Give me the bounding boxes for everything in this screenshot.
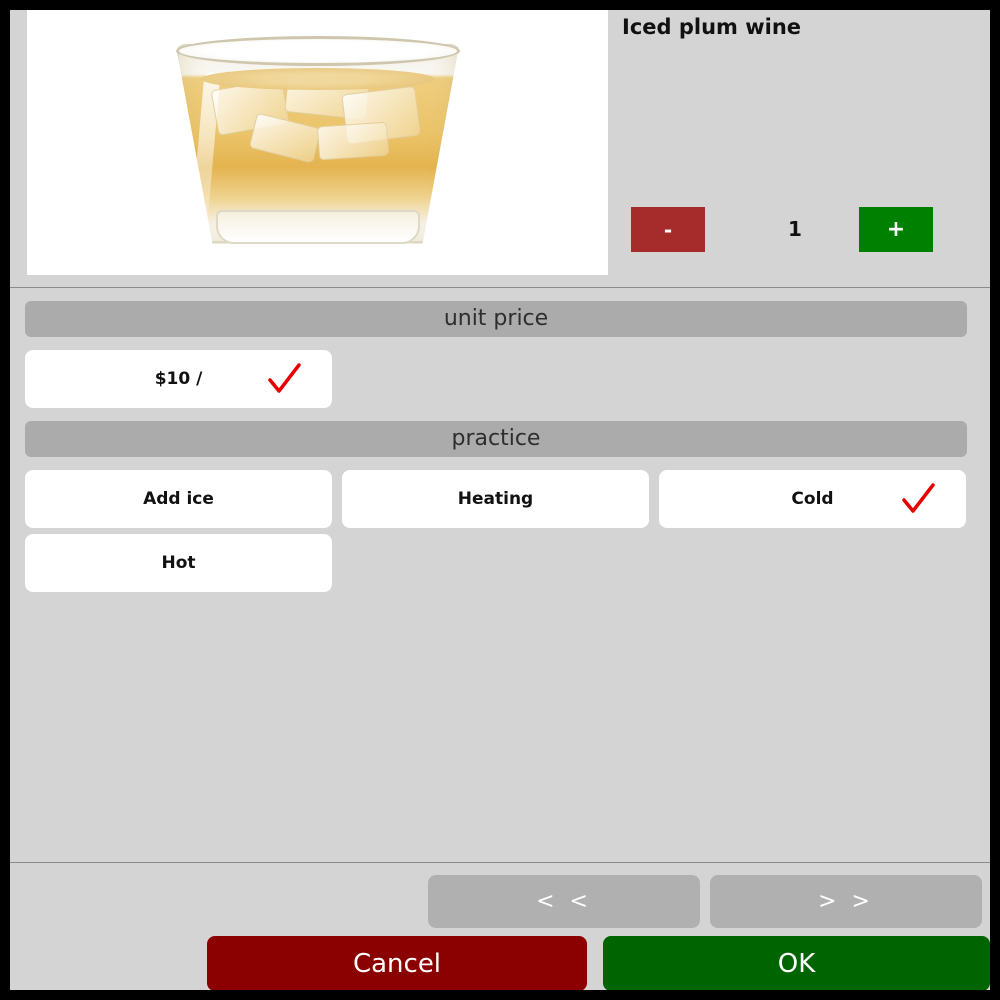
next-page-button[interactable]: > > (710, 875, 982, 928)
quantity-decrement-button[interactable]: - (631, 207, 705, 252)
product-options-dialog: Iced plum wine - 1 + unit price $10 / pr… (10, 10, 990, 990)
section-header-unit-price: unit price (25, 301, 967, 337)
product-image (27, 10, 608, 275)
options-area: unit price $10 / practice Add ice Heatin… (10, 288, 990, 862)
dialog-footer: < < > > Cancel OK (10, 863, 990, 990)
option-label: $10 / (154, 369, 203, 389)
ok-button[interactable]: OK (603, 936, 990, 990)
option-label: Heating (457, 489, 534, 509)
option-practice-heating[interactable]: Heating (342, 470, 649, 528)
glass-illustration (168, 32, 468, 254)
option-practice-cold[interactable]: Cold (659, 470, 966, 528)
previous-page-button[interactable]: < < (428, 875, 700, 928)
option-label: Add ice (143, 489, 214, 509)
option-unit-price-0[interactable]: $10 / (25, 350, 332, 408)
page-title: Iced plum wine (622, 15, 802, 39)
liquid-surface (200, 67, 435, 90)
glass-base (215, 209, 420, 244)
check-icon (902, 483, 935, 513)
ice-cube (316, 121, 389, 160)
quantity-value: 1 (788, 217, 802, 241)
option-practice-add-ice[interactable]: Add ice (25, 470, 332, 528)
check-icon (268, 363, 301, 393)
section-header-practice: practice (25, 421, 967, 457)
option-label: Cold (791, 489, 834, 509)
option-practice-hot[interactable]: Hot (25, 534, 332, 592)
glass-rim (175, 35, 460, 66)
option-label: Hot (161, 553, 196, 573)
product-header-panel: Iced plum wine - 1 + (10, 10, 990, 286)
cancel-button[interactable]: Cancel (207, 936, 587, 990)
quantity-increment-button[interactable]: + (859, 207, 933, 252)
